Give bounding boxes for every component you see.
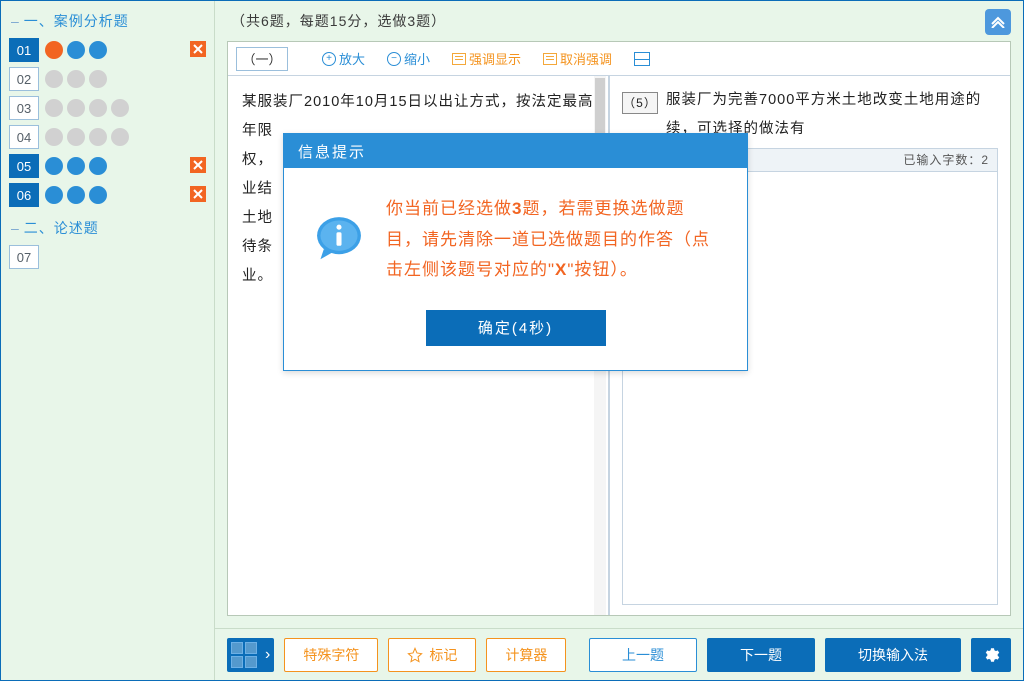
answer-toolbar: 齐 行题 历史记录 已输入字数：2 <box>622 148 998 172</box>
grid-toggle-button[interactable]: › <box>227 638 274 672</box>
progress-dots <box>45 99 129 117</box>
gear-icon <box>982 646 1000 664</box>
passage-pane: 某服装厂2010年10月15日以出让方式，按法定最高 年限 权， 业结 土地 待… <box>228 76 610 615</box>
progress-dot <box>67 41 85 59</box>
progress-dots <box>45 128 129 146</box>
question-number[interactable]: 03 <box>9 96 39 120</box>
calculator-button[interactable]: 计算器 <box>486 638 566 672</box>
question-number[interactable]: 06 <box>9 183 39 207</box>
section-title-2: –二、论述题 <box>11 218 198 238</box>
sidebar: –一、案例分析题 01 02 03 04 05 06 –二、论述题 07 <box>1 1 215 680</box>
question-row-07[interactable]: 07 <box>9 244 206 270</box>
progress-dot <box>45 128 63 146</box>
progress-dot <box>45 186 63 204</box>
unhighlight-button[interactable]: 取消强调 <box>537 47 618 70</box>
progress-dot <box>45 99 63 117</box>
progress-dot <box>67 128 85 146</box>
progress-dot <box>89 128 107 146</box>
question-head: （5） 服装厂为完善7000平方米土地改变土地用途的 续，可选择的做法有 <box>622 86 998 144</box>
question-number[interactable]: 02 <box>9 67 39 91</box>
settings-button[interactable] <box>971 638 1011 672</box>
clear-answer-button[interactable] <box>190 41 206 57</box>
clear-answer-button[interactable] <box>190 157 206 173</box>
question-row-06[interactable]: 06 <box>9 182 206 208</box>
progress-dot <box>111 99 129 117</box>
progress-dot <box>45 70 63 88</box>
question-number[interactable]: 04 <box>9 125 39 149</box>
prev-question-button[interactable]: 上一题 <box>589 638 697 672</box>
progress-dot <box>89 99 107 117</box>
progress-dot <box>67 70 85 88</box>
progress-dot <box>45 157 63 175</box>
question-number[interactable]: 05 <box>9 154 39 178</box>
progress-dot <box>67 186 85 204</box>
history-label[interactable]: 行题 历史记录 <box>658 148 740 172</box>
zoom-in-button[interactable]: +放大 <box>316 47 371 70</box>
progress-dots <box>45 186 107 204</box>
clear-answer-button[interactable] <box>190 186 206 202</box>
progress-dots <box>45 41 107 59</box>
question-row-02[interactable]: 02 <box>9 66 206 92</box>
progress-dot <box>67 157 85 175</box>
answer-textarea[interactable] <box>622 172 998 605</box>
question-number[interactable]: 07 <box>9 245 39 269</box>
split-view-button[interactable] <box>628 50 656 68</box>
section-title-1: –一、案例分析题 <box>11 11 198 31</box>
char-count: 已输入字数：2 <box>903 148 989 172</box>
progress-dots <box>45 70 107 88</box>
switch-ime-button[interactable]: 切换输入法 <box>825 638 961 672</box>
zoom-out-button[interactable]: −缩小 <box>381 47 436 70</box>
passage-text: 某服装厂2010年10月15日以出让方式，按法定最高 年限 权， 业结 土地 待… <box>242 88 594 291</box>
question-text: 服装厂为完善7000平方米土地改变土地用途的 续，可选择的做法有 <box>666 86 981 144</box>
progress-dot <box>67 99 85 117</box>
footer-bar: › 特殊字符 标记 计算器 上一题 下一题 切换输入法 <box>215 628 1023 680</box>
progress-dot <box>89 70 107 88</box>
main-area: （共6题，每题15分，选做3题） （一） +放大 −缩小 强调显示 取消强调 某… <box>215 1 1023 680</box>
progress-dots <box>45 157 107 175</box>
passage-scrollbar[interactable] <box>594 76 606 615</box>
question-row-03[interactable]: 03 <box>9 95 206 121</box>
progress-dot <box>89 157 107 175</box>
scroll-top-button[interactable] <box>985 9 1011 35</box>
align-label[interactable]: 齐 <box>631 148 644 172</box>
special-chars-button[interactable]: 特殊字符 <box>284 638 378 672</box>
question-number[interactable]: 01 <box>9 38 39 62</box>
question-row-05[interactable]: 05 <box>9 153 206 179</box>
question-row-04[interactable]: 04 <box>9 124 206 150</box>
progress-dot <box>45 41 63 59</box>
content-panel: （一） +放大 −缩小 强调显示 取消强调 某服装厂2010年10月15日以出让… <box>227 41 1011 616</box>
progress-dot <box>89 41 107 59</box>
star-icon <box>407 647 423 663</box>
mark-button[interactable]: 标记 <box>388 638 476 672</box>
sub-question-number: （5） <box>622 92 658 114</box>
progress-dot <box>89 186 107 204</box>
next-question-button[interactable]: 下一题 <box>707 638 815 672</box>
header-instruction: （共6题，每题15分，选做3题） <box>215 1 1023 41</box>
passage-tab[interactable]: （一） <box>236 47 288 71</box>
progress-dot <box>111 128 129 146</box>
highlight-button[interactable]: 强调显示 <box>446 47 527 70</box>
question-row-01[interactable]: 01 <box>9 37 206 63</box>
answer-pane: （5） 服装厂为完善7000平方米土地改变土地用途的 续，可选择的做法有 齐 行… <box>610 76 1010 615</box>
content-toolbar: （一） +放大 −缩小 强调显示 取消强调 <box>228 42 1010 76</box>
